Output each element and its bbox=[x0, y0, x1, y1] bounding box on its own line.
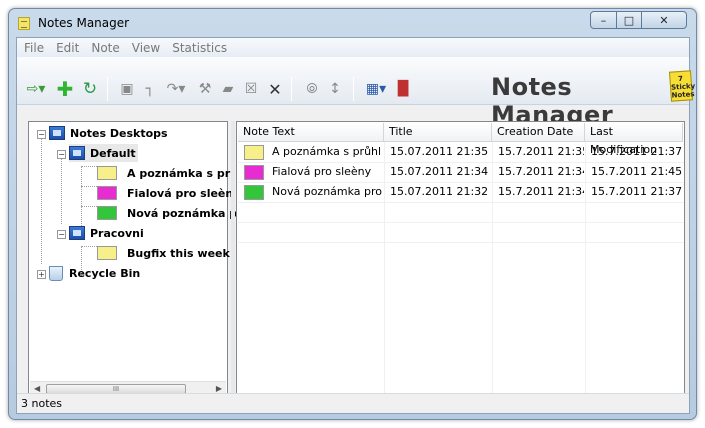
cell-last-modification[interactable]: 15.7.2011 21:37 bbox=[591, 142, 683, 162]
tree-line bbox=[81, 166, 97, 167]
grid-line bbox=[492, 142, 493, 397]
delete-icon[interactable]: ✕ bbox=[265, 79, 285, 99]
tree-recycle-bin[interactable]: Recycle Bin bbox=[49, 264, 140, 282]
menu-view[interactable]: View bbox=[127, 41, 165, 55]
column-header-note-text[interactable]: Note Text bbox=[238, 123, 384, 142]
recycle-bin-icon bbox=[49, 265, 63, 281]
note-color-swatch bbox=[97, 166, 117, 180]
cell-note-text[interactable]: Fialová pro sleèny bbox=[272, 162, 382, 182]
menu-bar: File Edit Note View Statistics bbox=[17, 38, 689, 57]
cell-creation-date[interactable]: 15.7.2011 21:35 bbox=[498, 142, 584, 162]
menu-statistics[interactable]: Statistics bbox=[167, 41, 232, 55]
collapse-toggle[interactable]: − bbox=[57, 150, 66, 159]
eraser-icon[interactable]: ▰ bbox=[218, 79, 238, 99]
tree-line bbox=[81, 206, 97, 207]
status-bar: 3 notes bbox=[17, 393, 689, 413]
minimize-button[interactable]: – bbox=[590, 11, 617, 29]
notes-list[interactable]: Note Text Title Creation Date Last Modif… bbox=[236, 121, 685, 398]
tree-note[interactable]: A poznámka s pr bbox=[97, 164, 230, 182]
tree-note[interactable]: Bugfix this week bbox=[97, 244, 230, 262]
column-header-title[interactable]: Title bbox=[384, 123, 492, 142]
toolbar-separator bbox=[291, 77, 292, 101]
cell-creation-date[interactable]: 15.7.2011 21:34 bbox=[498, 182, 584, 202]
title-bar[interactable]: Notes Manager – □ ✕ bbox=[9, 9, 696, 37]
tree-note[interactable]: Fialová pro sleèn bbox=[97, 184, 233, 202]
tree-desktop-default[interactable]: Default bbox=[69, 144, 138, 162]
tree-note-label: Fialová pro sleèn bbox=[127, 186, 234, 200]
note-color-swatch bbox=[97, 246, 117, 260]
tree-desktop-label: Pracovni bbox=[90, 226, 144, 240]
menu-edit[interactable]: Edit bbox=[51, 41, 84, 55]
cell-title[interactable]: 15.07.2011 21:35 bbox=[390, 142, 490, 162]
cell-title[interactable]: 15.07.2011 21:32 bbox=[390, 182, 490, 202]
cell-note-text[interactable]: A poznámka s průhl... bbox=[272, 142, 382, 162]
expand-toggle[interactable]: + bbox=[37, 270, 46, 279]
clock-icon[interactable]: ⦾ bbox=[302, 79, 322, 99]
tree-desktop-pracovni[interactable]: Pracovni bbox=[69, 224, 144, 242]
toolbar: ⇨▾ ✚ ↻ ▣ ┐ ↷▾ ⚒ ▰ ☒ ✕ ⦾ ↕ ▦▾ ▐▌ Notes Ma… bbox=[17, 57, 695, 129]
note-color-swatch bbox=[244, 185, 264, 200]
tree-line bbox=[41, 138, 42, 264]
tree-desktop-label: Default bbox=[90, 146, 136, 160]
desktops-tree[interactable]: − Notes Desktops − Default A poznámka s … bbox=[28, 121, 237, 398]
tree-root[interactable]: Notes Desktops bbox=[49, 124, 168, 142]
tree-root-label: Notes Desktops bbox=[70, 126, 168, 140]
pin-icon[interactable]: ↕ bbox=[325, 79, 345, 99]
note-icon[interactable]: ┐ bbox=[140, 79, 160, 99]
note-color-swatch bbox=[244, 165, 264, 180]
desktop-icon bbox=[49, 126, 65, 140]
toolbar-separator bbox=[353, 77, 354, 101]
trash-icon[interactable]: ☒ bbox=[241, 79, 261, 99]
add-icon[interactable]: ✚ bbox=[55, 77, 75, 101]
scroll-left-icon[interactable]: ◀ bbox=[34, 384, 40, 393]
notes-app-icon bbox=[18, 17, 30, 30]
redo-icon[interactable]: ↷▾ bbox=[163, 79, 189, 99]
tree-line bbox=[61, 158, 62, 224]
grid-line bbox=[238, 222, 684, 223]
note-color-swatch bbox=[97, 206, 117, 220]
app-window: Notes Manager – □ ✕ File Edit Note View … bbox=[8, 8, 697, 420]
collapse-toggle[interactable]: − bbox=[57, 230, 66, 239]
window-title: Notes Manager bbox=[38, 16, 130, 30]
grid-line bbox=[238, 202, 684, 203]
cell-last-modification[interactable]: 15.7.2011 21:37 bbox=[591, 182, 683, 202]
client-area: File Edit Note View Statistics ⇨▾ ✚ ↻ ▣ … bbox=[16, 37, 695, 414]
maximize-button[interactable]: □ bbox=[616, 11, 642, 29]
menu-note[interactable]: Note bbox=[86, 41, 124, 55]
grid-line bbox=[585, 142, 586, 397]
column-header-creation-date[interactable]: Creation Date bbox=[492, 123, 585, 142]
collapse-toggle[interactable]: − bbox=[37, 130, 46, 139]
save-icon[interactable]: ▣ bbox=[117, 79, 137, 99]
grid-line bbox=[384, 142, 385, 397]
tree-line bbox=[81, 186, 97, 187]
desktop-icon bbox=[69, 226, 85, 240]
cell-creation-date[interactable]: 15.7.2011 21:34 bbox=[498, 162, 584, 182]
chart-icon[interactable]: ▐▌ bbox=[392, 79, 414, 99]
tree-note-label: Bugfix this week bbox=[127, 246, 230, 260]
tree-note-label: Nová poznámka p bbox=[127, 206, 238, 220]
column-header-last-modification[interactable]: Last Modification bbox=[585, 123, 683, 156]
note-color-swatch bbox=[244, 145, 264, 160]
sticky-notes-logo: 7 Sticky Notes bbox=[668, 70, 695, 102]
cell-note-text[interactable]: Nová poznámka pro ... bbox=[272, 182, 382, 202]
refresh-icon[interactable]: ↻ bbox=[80, 79, 100, 99]
scroll-right-icon[interactable]: ▶ bbox=[216, 384, 222, 393]
calendar-icon[interactable]: ▦▾ bbox=[363, 79, 389, 99]
tree-line bbox=[81, 246, 97, 247]
tree-note-label: A poznámka s pr bbox=[127, 166, 231, 180]
import-icon[interactable]: ⇨▾ bbox=[23, 79, 49, 99]
toolbar-separator bbox=[107, 77, 108, 101]
close-button[interactable]: ✕ bbox=[641, 11, 687, 29]
grid-line bbox=[238, 242, 684, 243]
desktop-icon bbox=[69, 146, 85, 160]
menu-file[interactable]: File bbox=[19, 41, 49, 55]
note-color-swatch bbox=[97, 186, 117, 200]
tool-icon[interactable]: ⚒ bbox=[195, 79, 215, 99]
panel-splitter[interactable] bbox=[231, 121, 235, 398]
tree-note[interactable]: Nová poznámka p bbox=[97, 204, 237, 222]
cell-title[interactable]: 15.07.2011 21:34 bbox=[390, 162, 490, 182]
cell-last-modification[interactable]: 15.7.2011 21:45 bbox=[591, 162, 683, 182]
recycle-bin-label: Recycle Bin bbox=[69, 266, 141, 280]
